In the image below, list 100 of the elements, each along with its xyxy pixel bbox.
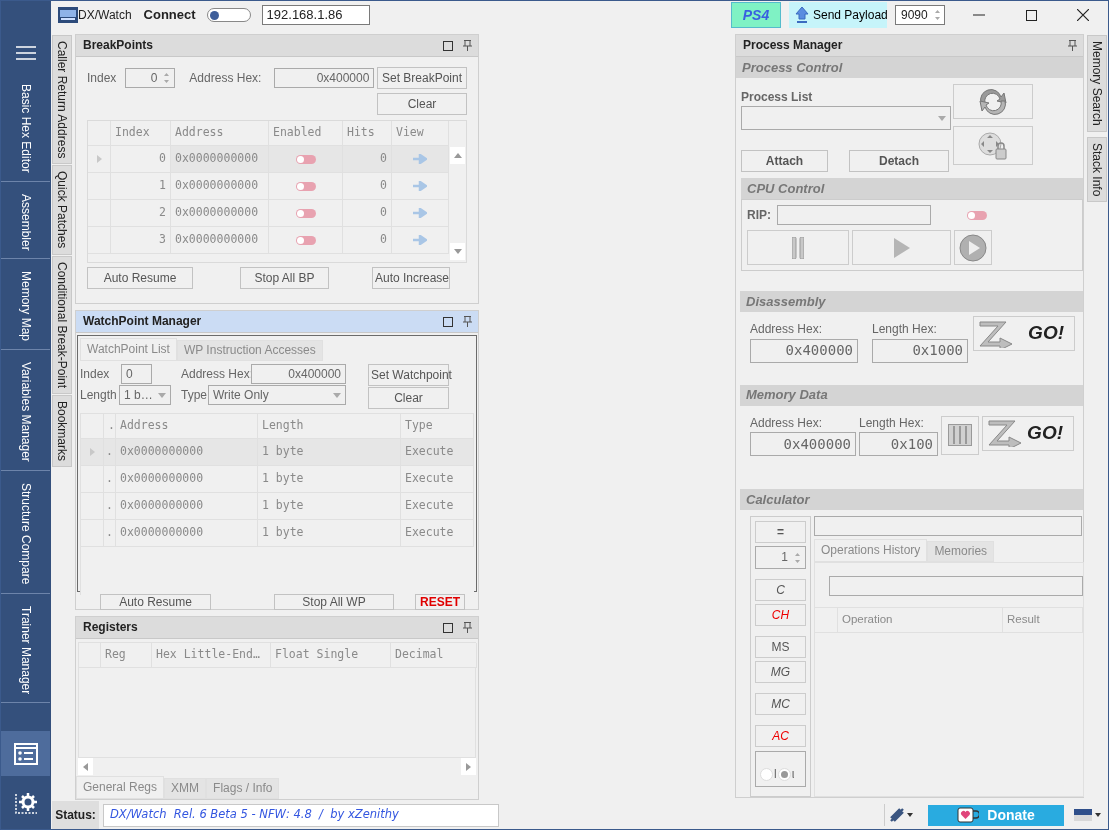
menu-icon[interactable]: [16, 46, 36, 60]
reset-button[interactable]: RESET: [415, 594, 465, 610]
result-field[interactable]: [829, 576, 1083, 597]
list-view-button[interactable]: [1, 731, 50, 776]
tab[interactable]: Memories: [927, 541, 995, 563]
calculator-key[interactable]: AC: [755, 725, 806, 748]
maximize-icon[interactable]: [1025, 9, 1037, 21]
lock-button[interactable]: [953, 126, 1033, 165]
tab[interactable]: WatchPoint List: [80, 338, 177, 361]
enabled-toggle[interactable]: [295, 181, 316, 191]
detach-button[interactable]: Detach: [849, 150, 949, 173]
row-pointer[interactable]: [81, 439, 104, 466]
equals-button[interactable]: =: [755, 521, 806, 544]
side-tab[interactable]: Bookmarks: [52, 394, 72, 467]
column-header[interactable]: Reg: [101, 643, 152, 668]
calculator-key[interactable]: C: [755, 579, 806, 602]
send-payload-button[interactable]: Send Payload: [789, 2, 887, 28]
nav-item[interactable]: Basic Hex Editor: [1, 72, 50, 182]
side-tab[interactable]: Stack Info: [1087, 136, 1107, 203]
pin-icon[interactable]: [463, 316, 472, 327]
address-field[interactable]: 0x400000: [274, 68, 375, 88]
arrow-right-icon[interactable]: [413, 235, 427, 245]
tools-menu-button[interactable]: [890, 808, 913, 822]
tab[interactable]: XMM: [164, 778, 207, 799]
nav-item[interactable]: Memory Map: [1, 259, 50, 351]
play-button[interactable]: [852, 230, 951, 266]
set-breakpoint-button[interactable]: Set BreakPoint: [377, 67, 467, 89]
scroll-down-icon[interactable]: [453, 249, 462, 254]
column-header[interactable]: Address: [116, 414, 258, 439]
address-field[interactable]: 0x400000: [251, 364, 346, 384]
toolbar-button[interactable]: Stop All WP: [274, 594, 394, 610]
tab[interactable]: WP Instruction Accesses: [176, 340, 323, 361]
side-tab[interactable]: Memory Search: [1087, 35, 1107, 132]
scrollbar[interactable]: [78, 758, 476, 774]
ip-field[interactable]: 192.168.1.86: [261, 5, 370, 25]
rip-field[interactable]: [777, 205, 931, 226]
tab[interactable]: General Regs: [76, 776, 165, 799]
step-button[interactable]: [954, 230, 992, 266]
calculator-key[interactable]: MG: [755, 661, 806, 684]
stop-all-button[interactable]: Stop All BP: [240, 267, 329, 289]
radio-button[interactable]: [760, 767, 773, 781]
calculator-key[interactable]: MS: [755, 636, 806, 659]
index-field[interactable]: 0: [125, 68, 176, 88]
nav-item[interactable]: Structure Compare: [1, 471, 50, 594]
auto-resume-button[interactable]: Auto Resume: [87, 267, 193, 289]
toolbar-button[interactable]: Auto Resume: [100, 594, 211, 610]
scroll-left-icon[interactable]: [83, 762, 88, 771]
column-header[interactable]: Enabled: [269, 121, 343, 146]
column-header[interactable]: .: [104, 414, 116, 439]
side-tab[interactable]: Quick Patches: [52, 165, 72, 255]
expression-field[interactable]: [814, 516, 1082, 537]
go-button[interactable]: GO!: [982, 415, 1074, 451]
column-header[interactable]: Operation: [838, 608, 1003, 634]
column-header[interactable]: Index: [111, 121, 171, 146]
clear-button[interactable]: Clear: [368, 387, 449, 409]
column-header[interactable]: Address: [171, 121, 269, 146]
side-tab[interactable]: Conditional Break-Point: [52, 255, 72, 394]
port-field[interactable]: 9090: [895, 5, 945, 25]
length-field[interactable]: 0x100: [859, 432, 938, 457]
maximize-icon[interactable]: [443, 316, 453, 327]
rip-toggle[interactable]: [967, 210, 987, 220]
address-field[interactable]: 0x400000: [750, 338, 858, 363]
pin-icon[interactable]: [463, 622, 472, 633]
arrow-right-icon[interactable]: [413, 208, 427, 218]
close-icon[interactable]: [1077, 9, 1089, 21]
scroll-right-icon[interactable]: [466, 762, 471, 771]
arrow-right-icon[interactable]: [413, 181, 427, 191]
type-dropdown[interactable]: Write Only: [208, 385, 346, 405]
column-header[interactable]: View: [392, 121, 449, 146]
nav-item[interactable]: Variables Manager: [1, 350, 50, 472]
row-pointer[interactable]: [88, 146, 111, 173]
pin-icon[interactable]: [1068, 40, 1077, 51]
memory-view-button[interactable]: [941, 415, 979, 455]
column-header[interactable]: Result: [1003, 608, 1083, 634]
maximize-icon[interactable]: [443, 40, 453, 51]
calculator-key[interactable]: CH: [755, 604, 806, 627]
radio-button[interactable]: [777, 767, 791, 781]
pin-icon[interactable]: [463, 40, 472, 51]
maximize-icon[interactable]: [443, 622, 453, 633]
tab[interactable]: Flags / Info: [206, 778, 280, 799]
refresh-button[interactable]: [953, 84, 1033, 119]
nav-item[interactable]: Trainer Manager: [1, 593, 50, 703]
language-menu-button[interactable]: [1074, 809, 1101, 821]
tab[interactable]: Operations History: [814, 539, 928, 563]
auto-increase-button[interactable]: Auto Increase: [372, 267, 450, 289]
arrow-right-icon[interactable]: [413, 154, 427, 164]
enabled-toggle[interactable]: [295, 154, 316, 164]
column-header[interactable]: Hex Little-End…: [152, 643, 271, 668]
address-field[interactable]: 0x400000: [750, 432, 856, 457]
column-header[interactable]: Decimal: [391, 643, 477, 668]
console-button[interactable]: PS4: [731, 2, 781, 28]
count-field[interactable]: 1: [755, 546, 806, 570]
attach-button[interactable]: Attach: [741, 150, 828, 173]
column-header[interactable]: Float Single: [271, 643, 391, 668]
calculator-key[interactable]: MC: [755, 693, 806, 716]
pause-button[interactable]: [747, 230, 849, 266]
connect-toggle[interactable]: [206, 8, 251, 22]
index-field[interactable]: 0: [121, 364, 152, 384]
column-header[interactable]: Hits: [343, 121, 392, 146]
clear-button[interactable]: Clear: [377, 93, 467, 115]
